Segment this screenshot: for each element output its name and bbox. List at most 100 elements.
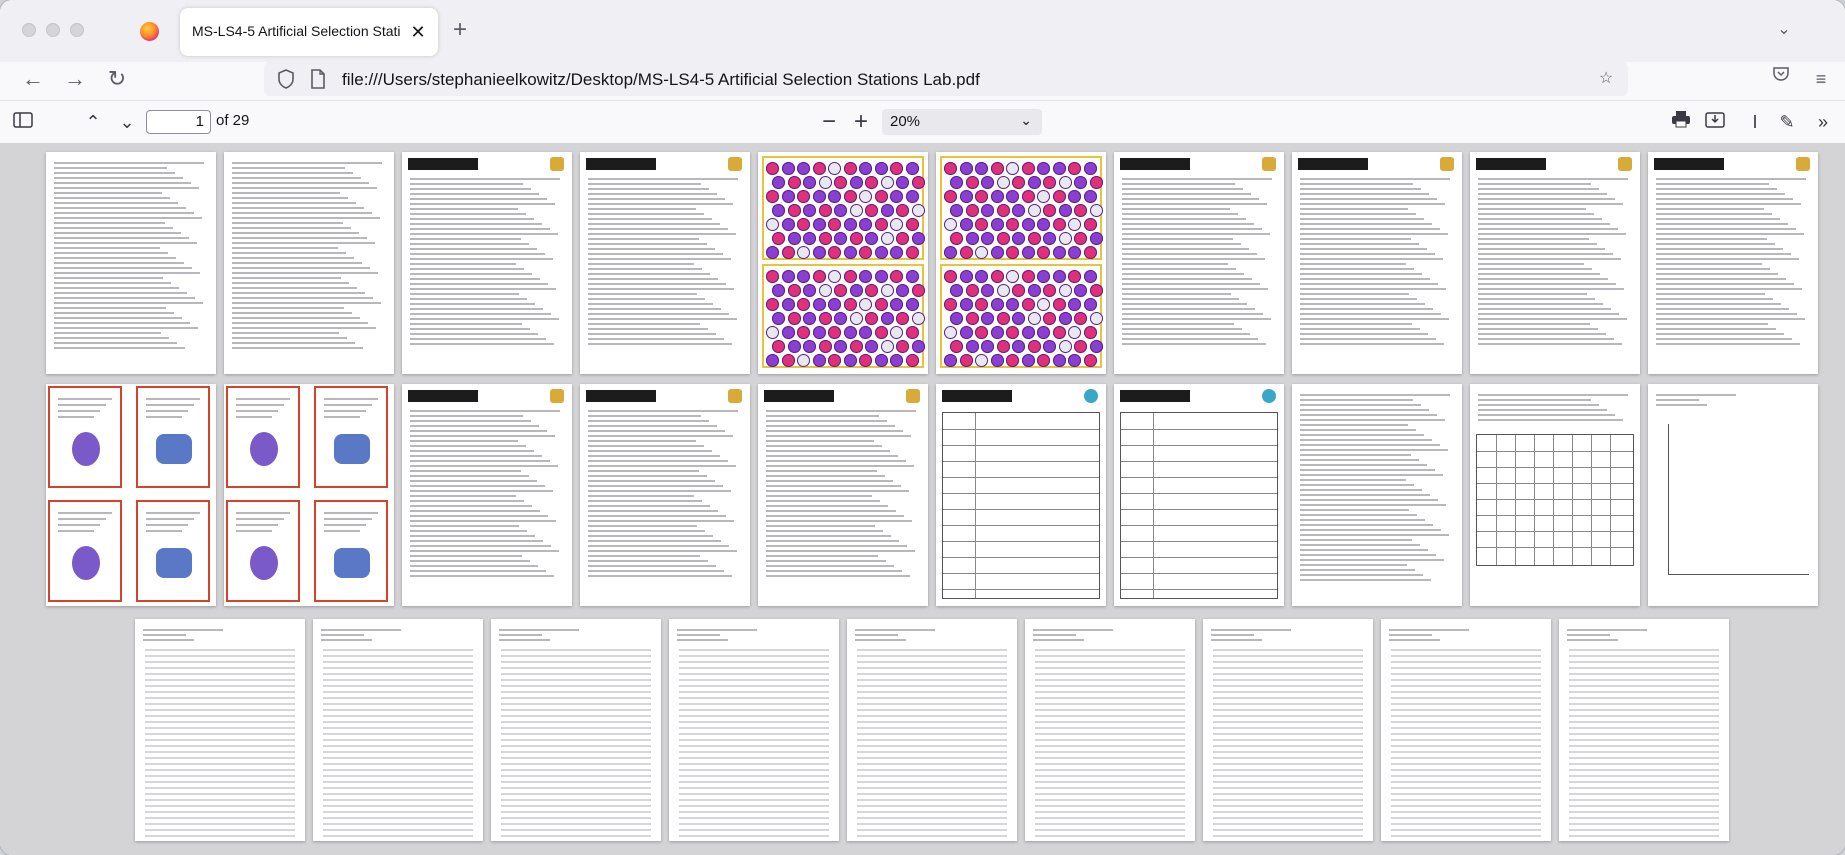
write-line xyxy=(323,787,473,789)
page-thumbnail[interactable] xyxy=(1114,384,1284,606)
new-tab-plus-icon[interactable]: + xyxy=(448,16,472,44)
text-line xyxy=(410,430,547,432)
page-thumbnail[interactable] xyxy=(224,384,394,606)
page-thumbnail[interactable] xyxy=(402,152,572,374)
pen-icon[interactable]: ✎ xyxy=(1774,109,1800,135)
text-line xyxy=(324,524,366,526)
plus-icon[interactable]: + xyxy=(848,109,874,135)
page-thumbnail[interactable] xyxy=(224,152,394,374)
text-line xyxy=(1300,193,1429,195)
page-thumbnail[interactable] xyxy=(1648,384,1818,606)
flower xyxy=(1052,326,1066,339)
page-thumbnail[interactable] xyxy=(580,384,750,606)
flower xyxy=(812,246,826,259)
page-thumbnail[interactable] xyxy=(1648,152,1818,374)
text-line xyxy=(1122,178,1272,180)
page-thumbnail[interactable] xyxy=(46,384,216,606)
write-line xyxy=(323,811,473,813)
sidebar-toggle-icon[interactable] xyxy=(10,109,36,135)
page-thumbnail[interactable] xyxy=(402,384,572,606)
page-thumbnail[interactable] xyxy=(580,152,750,374)
download-icon[interactable] xyxy=(1702,109,1728,135)
firefox-logo-icon[interactable] xyxy=(140,22,159,41)
maximize-window-button[interactable] xyxy=(70,23,84,37)
flower xyxy=(781,298,795,311)
tab-active[interactable]: MS-LS4-5 Artificial Selection Station ✕ xyxy=(180,8,438,56)
forward-arrow-icon[interactable]: → xyxy=(60,64,90,94)
text-line xyxy=(54,217,202,219)
flower xyxy=(880,284,894,297)
flower xyxy=(880,204,894,217)
page-number-input[interactable]: 1 xyxy=(146,110,211,134)
page-thumbnail[interactable] xyxy=(313,619,483,841)
page-thumbnail[interactable] xyxy=(758,152,928,374)
page-thumbnail[interactable] xyxy=(669,619,839,841)
flower xyxy=(1021,218,1035,231)
text-line xyxy=(588,530,705,532)
double-chevron-icon[interactable]: » xyxy=(1810,109,1836,135)
write-line xyxy=(1391,817,1541,819)
zoom-select[interactable]: 20% ⌄ xyxy=(882,109,1042,135)
flower xyxy=(981,176,994,189)
minus-icon[interactable]: − xyxy=(816,109,842,135)
task-card xyxy=(226,386,300,488)
text-line xyxy=(588,223,720,225)
text-line xyxy=(54,267,192,269)
page-thumbnail[interactable] xyxy=(1470,384,1640,606)
document-icon[interactable] xyxy=(308,69,328,89)
write-line xyxy=(1213,817,1363,819)
page-thumbnail[interactable] xyxy=(758,384,928,606)
flower xyxy=(859,354,872,367)
pdf-viewer[interactable] xyxy=(0,143,1845,855)
page-thumbnail[interactable] xyxy=(1292,152,1462,374)
close-window-button[interactable] xyxy=(22,23,36,37)
page-thumbnail[interactable] xyxy=(1470,152,1640,374)
page-thumbnail[interactable] xyxy=(491,619,661,841)
page-thumbnail[interactable] xyxy=(936,384,1106,606)
page-thumbnail[interactable] xyxy=(1292,384,1462,606)
url-bar[interactable]: file:///Users/stephanieelkowitz/Desktop/… xyxy=(264,62,1628,96)
write-line xyxy=(1569,709,1719,711)
page-thumbnail[interactable] xyxy=(1114,152,1284,374)
flower xyxy=(905,354,919,367)
text-line xyxy=(1300,544,1420,546)
write-line xyxy=(1391,727,1541,729)
chevron-up-icon[interactable]: ⌃ xyxy=(80,109,106,135)
write-line xyxy=(1213,661,1363,663)
text-line xyxy=(1656,293,1765,295)
write-line xyxy=(1569,721,1719,723)
page-thumbnail[interactable] xyxy=(847,619,1017,841)
text-line xyxy=(1478,409,1607,411)
pocket-icon[interactable] xyxy=(1766,64,1796,94)
write-line xyxy=(1569,787,1719,789)
chevron-down-icon[interactable]: ⌄ xyxy=(114,109,140,135)
text-line xyxy=(588,283,726,285)
page-thumbnail[interactable] xyxy=(1025,619,1195,841)
back-arrow-icon[interactable]: ← xyxy=(18,64,48,94)
page-thumbnail[interactable] xyxy=(135,619,305,841)
shield-icon[interactable] xyxy=(276,69,296,89)
text-line xyxy=(1478,288,1624,290)
text-line xyxy=(1122,188,1243,190)
table-rule xyxy=(1553,435,1554,565)
section-banner xyxy=(1120,158,1190,170)
list-tabs-chevron-icon[interactable]: ⌄ xyxy=(1772,18,1796,42)
page-thumbnail[interactable] xyxy=(1559,619,1729,841)
text-cursor-icon[interactable]: I xyxy=(1742,109,1768,135)
text-line xyxy=(588,288,734,290)
text-line xyxy=(1656,273,1778,275)
page-thumbnail[interactable] xyxy=(1203,619,1373,841)
text-line xyxy=(766,555,878,557)
page-thumbnail[interactable] xyxy=(936,152,1106,374)
page-thumbnail[interactable] xyxy=(1381,619,1551,841)
write-line xyxy=(1035,769,1185,771)
menu-hamburger-icon[interactable]: ≡ xyxy=(1806,64,1836,94)
reload-icon[interactable]: ↻ xyxy=(102,64,132,94)
page-thumbnail[interactable] xyxy=(46,152,216,374)
tab-close-icon[interactable]: ✕ xyxy=(406,20,430,44)
bookmark-star-icon[interactable]: ☆ xyxy=(1596,69,1616,89)
printer-icon[interactable] xyxy=(1668,109,1694,135)
write-line xyxy=(1035,715,1185,717)
flower xyxy=(911,340,925,353)
minimize-window-button[interactable] xyxy=(46,23,60,37)
